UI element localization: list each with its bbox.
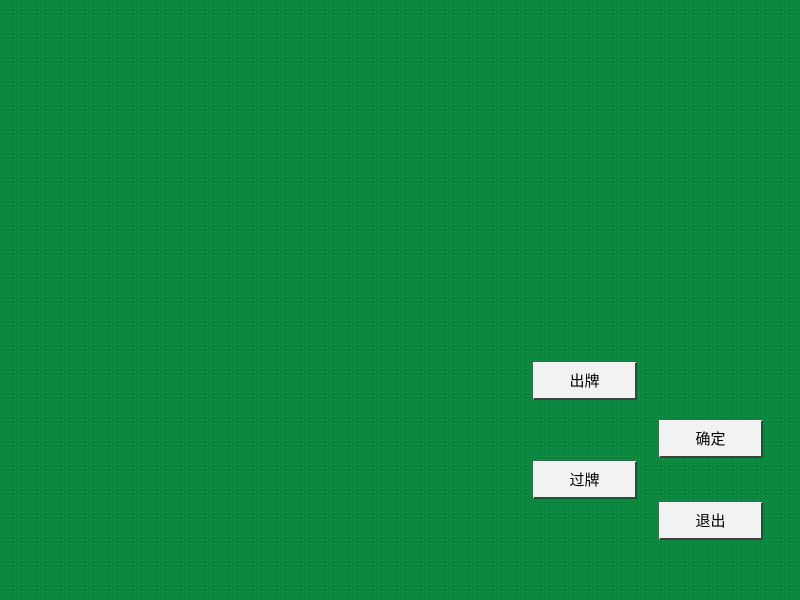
- confirm-button[interactable]: 确定: [659, 420, 763, 458]
- card-table-felt: 出牌 确定 过牌 退出: [0, 0, 800, 600]
- exit-button[interactable]: 退出: [659, 502, 763, 540]
- play-cards-button[interactable]: 出牌: [533, 362, 637, 400]
- pass-button[interactable]: 过牌: [533, 461, 637, 499]
